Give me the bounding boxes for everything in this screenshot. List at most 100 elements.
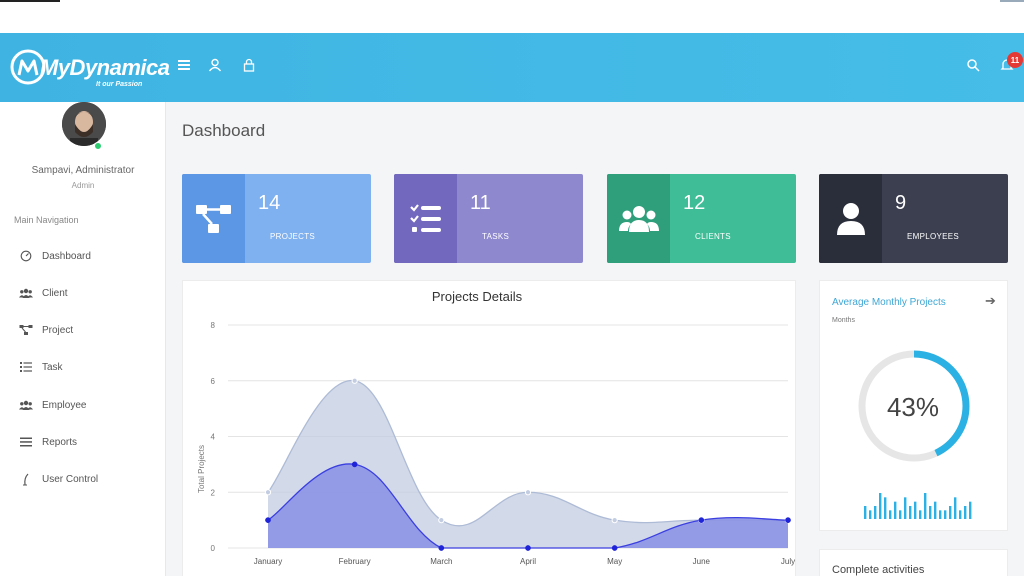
sparkline-bar [884, 497, 887, 519]
data-point[interactable] [438, 545, 445, 551]
avg-projects-panel: Average Monthly Projects Months ➔ 43% [819, 280, 1008, 531]
avg-projects-subtitle: Months [832, 317, 855, 324]
card-label: CLIENTS [695, 232, 731, 241]
sidebar-item-task[interactable]: Task [18, 358, 63, 376]
sparkline-bar [914, 501, 917, 519]
sidebar-item-dashboard[interactable]: Dashboard [18, 247, 91, 265]
data-point[interactable] [698, 517, 705, 523]
brand-tagline: It our Passion [96, 81, 143, 88]
sidebar-item-label: Employee [42, 399, 87, 411]
card-value: 14 [258, 192, 281, 214]
nav-section-title: Main Navigation [14, 215, 79, 225]
sparkline-bar [949, 506, 952, 519]
sidebar-item-user-control[interactable]: User Control [18, 470, 98, 488]
sparkline-bar [934, 501, 937, 519]
x-tick-label: May [607, 557, 622, 566]
stat-card-employees[interactable]: 9 EMPLOYEES [819, 174, 1008, 263]
project-icon [18, 323, 34, 337]
tasks-icon [18, 360, 34, 374]
top-header: MyDynamica It our Passion [0, 33, 1024, 102]
card-icon-box [819, 174, 882, 263]
dashboard-icon [18, 249, 34, 263]
x-tick-label: January [254, 557, 282, 566]
x-tick-label: July [781, 557, 795, 566]
user-icon [836, 202, 865, 235]
brand-logo[interactable]: MyDynamica It our Passion [10, 43, 170, 93]
sparkline-bar [924, 493, 927, 519]
data-point[interactable] [438, 517, 445, 524]
sidebar: Sampavi, Administrator Admin Main Naviga… [0, 102, 166, 576]
y-tick-label: 0 [211, 544, 216, 553]
data-point[interactable] [351, 377, 358, 384]
y-tick-label: 6 [211, 377, 216, 386]
sidebar-item-label: Task [42, 361, 63, 373]
data-point[interactable] [264, 489, 272, 496]
sidebar-item-client[interactable]: Client [18, 284, 68, 302]
data-point[interactable] [525, 545, 531, 551]
sidebar-item-label: Project [42, 324, 74, 336]
data-point[interactable] [524, 489, 532, 496]
tasks-icon [409, 203, 441, 232]
users-icon [18, 398, 34, 412]
data-point[interactable] [265, 517, 271, 523]
sparkline-bar [944, 510, 947, 519]
sparkline-bar [969, 501, 972, 519]
lock-icon[interactable] [242, 58, 256, 72]
stat-card-projects[interactable]: 14 PROJECTS [182, 174, 371, 263]
data-point[interactable] [611, 517, 618, 524]
sparkline-bar [964, 506, 967, 519]
avatar[interactable] [62, 102, 106, 146]
sidebar-item-project[interactable]: Project [18, 321, 73, 339]
sparkline-bar [954, 497, 957, 519]
page-header: Dashboard [166, 102, 1024, 156]
sparkline-bar [959, 510, 962, 519]
menu-icon[interactable] [177, 58, 191, 72]
data-point[interactable] [785, 517, 791, 523]
sidebar-item-label: Client [42, 287, 68, 299]
screen: MyDynamica It our Passion 11 Sampavi, Ad… [0, 0, 1024, 576]
y-tick-label: 2 [211, 488, 216, 497]
arrow-right-icon[interactable]: ➔ [985, 293, 996, 309]
y-axis-label: Total Projects [197, 445, 206, 493]
sparkline-bar [874, 506, 877, 519]
sparkline-bar [899, 510, 902, 519]
sparkline-bar [869, 510, 872, 519]
card-icon-box [394, 174, 457, 263]
sidebar-item-reports[interactable]: Reports [18, 433, 77, 451]
user-icon[interactable] [208, 58, 222, 72]
card-value: 9 [895, 192, 907, 214]
stat-card-clients[interactable]: 12 CLIENTS [607, 174, 796, 263]
sparkline-bar [909, 506, 912, 519]
sparkline-bar [904, 497, 907, 519]
y-tick-label: 4 [211, 433, 216, 442]
activities-panel: Complete activities [819, 549, 1008, 576]
card-value: 12 [683, 192, 706, 214]
activities-title: Complete activities [832, 564, 925, 576]
search-icon[interactable] [966, 58, 980, 72]
user-name: Sampavi, Administrator [31, 165, 135, 176]
projects-area-chart: 0 2 4 6 8 January February March April May June Jul… [197, 321, 795, 566]
pen-icon [18, 472, 34, 486]
sidebar-item-label: Reports [42, 436, 78, 448]
notification-badge: 11 [1007, 52, 1023, 68]
stat-card-tasks[interactable]: 11 TASKS [394, 174, 583, 263]
user-role: Admin [71, 181, 95, 190]
card-label: TASKS [482, 232, 510, 241]
strip-mark [1000, 0, 1024, 2]
y-tick-label: 8 [211, 321, 216, 330]
page-title: Dashboard [182, 121, 266, 140]
data-point[interactable] [611, 545, 618, 551]
list-icon [18, 435, 34, 449]
data-point[interactable] [351, 461, 358, 468]
card-label: PROJECTS [270, 232, 316, 241]
x-tick-label: March [430, 557, 452, 566]
sidebar-item-employee[interactable]: Employee [18, 396, 86, 414]
sparkline-bar [939, 510, 942, 519]
card-icon-box [607, 174, 670, 263]
strip-mark [0, 0, 60, 2]
users-icon [618, 205, 659, 232]
gauge-percent: 43% [886, 392, 940, 422]
avg-projects-title[interactable]: Average Monthly Projects [832, 297, 946, 308]
x-tick-label: April [520, 557, 536, 566]
online-status-dot [94, 142, 102, 150]
